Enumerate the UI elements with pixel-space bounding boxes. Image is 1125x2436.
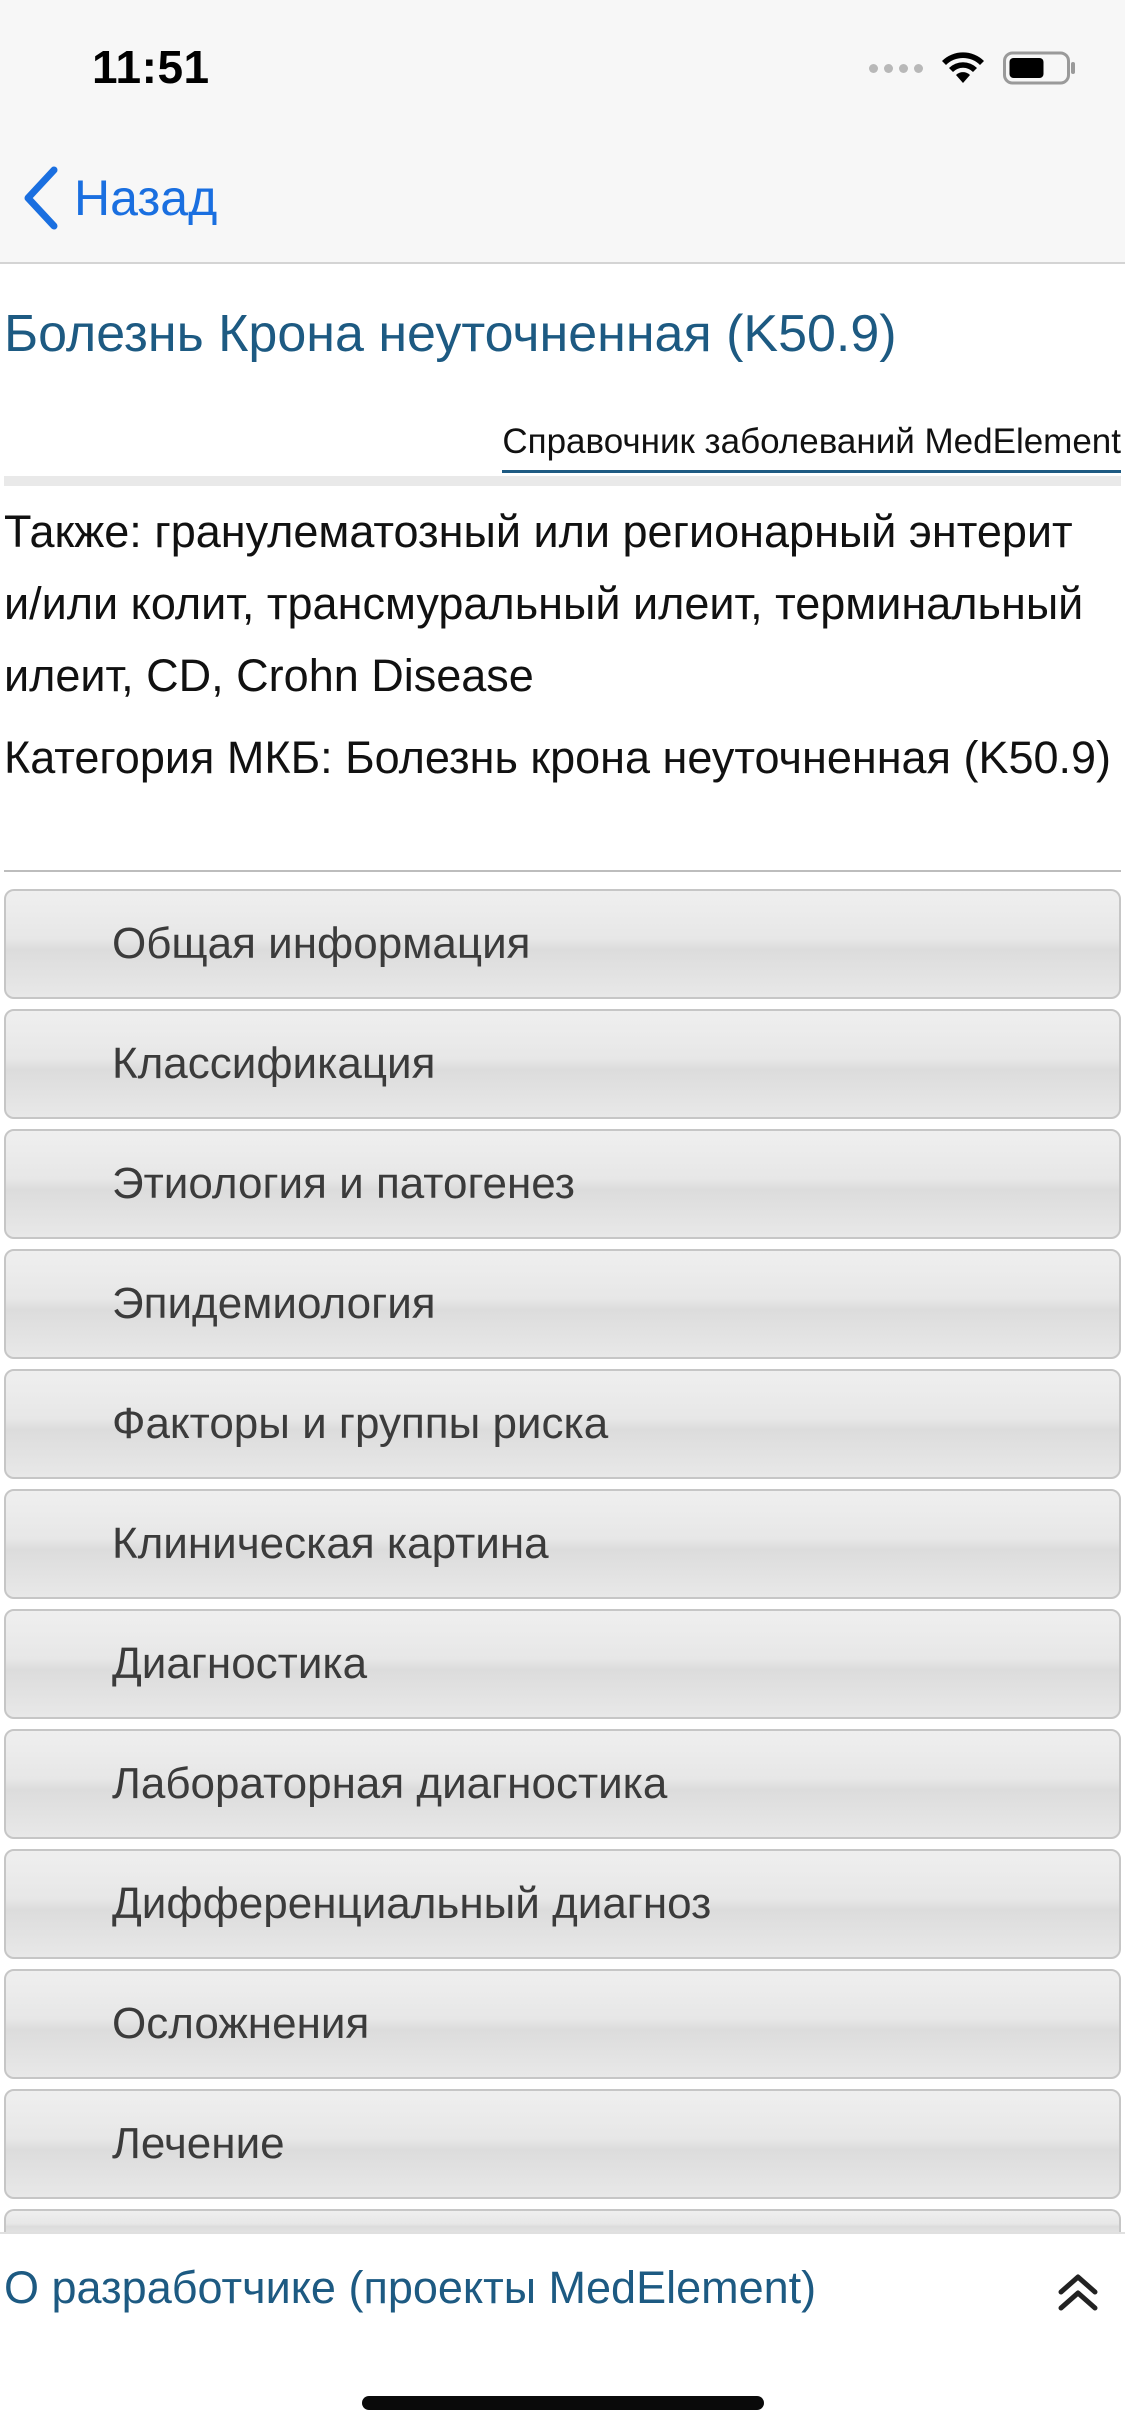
chevron-left-icon: [24, 166, 58, 230]
section-item-treatment[interactable]: Лечение: [4, 2089, 1121, 2199]
section-item-classification[interactable]: Классификация: [4, 1009, 1121, 1119]
section-item-label: Факторы и группы риска: [112, 1399, 609, 1448]
status-time: 11:51: [92, 41, 210, 93]
section-item-etiology[interactable]: Этиология и патогенез: [4, 1129, 1121, 1239]
back-button[interactable]: Назад: [22, 160, 217, 236]
navigation-bar: Назад: [0, 132, 1125, 264]
header-divider: [4, 476, 1121, 486]
section-item-general-info[interactable]: Общая информация: [4, 889, 1121, 999]
section-item-risk-factors[interactable]: Факторы и группы риска: [4, 1369, 1121, 1479]
cellular-signal-icon: [869, 63, 923, 73]
section-item-label: Этиология и патогенез: [112, 1159, 575, 1208]
section-item-complications[interactable]: Осложнения: [4, 1969, 1121, 2079]
section-item-label: Общая информация: [112, 919, 531, 968]
section-item-clinical-picture[interactable]: Клиническая картина: [4, 1489, 1121, 1599]
source-wrap: Справочник заболеваний MedElement: [502, 422, 1121, 473]
back-button-label: Назад: [74, 170, 218, 226]
home-indicator[interactable]: [362, 2396, 764, 2410]
section-item-label: Дифференциальный диагноз: [112, 1879, 712, 1928]
section-item-lab-diagnostics[interactable]: Лабораторная диагностика: [4, 1729, 1121, 1839]
section-item-label: Классификация: [112, 1039, 436, 1088]
wifi-icon: [942, 52, 984, 83]
section-item-epidemiology[interactable]: Эпидемиология: [4, 1249, 1121, 1359]
developer-link[interactable]: О разработчике (проекты MedElement): [4, 2262, 816, 2314]
section-item-label: Диагностика: [112, 1639, 368, 1688]
source-link[interactable]: Справочник заболеваний MedElement: [502, 422, 1121, 473]
status-icons: [869, 48, 1077, 88]
battery-icon: [1003, 51, 1075, 85]
page-title: Болезнь Крона неуточненная (K50.9): [4, 305, 897, 363]
mkb-category-text: Категория МКБ: Болезнь крона неуточненна…: [4, 732, 1112, 783]
status-bar: 11:51: [0, 0, 1125, 132]
section-item-label: Эпидемиология: [112, 1279, 436, 1328]
double-chevron-up-icon[interactable]: [1053, 2268, 1103, 2318]
section-menu: Общая информация Классификация Этиология…: [4, 889, 1121, 2249]
section-divider: [4, 870, 1121, 872]
section-item-label: Лечение: [112, 2119, 285, 2168]
section-item-label: Осложнения: [112, 1999, 370, 2048]
section-item-label: Клиническая картина: [112, 1519, 549, 1568]
section-item-label: Лабораторная диагностика: [112, 1759, 668, 1808]
synonyms-text: Также: гранулематозный или регионарный э…: [4, 506, 1084, 701]
section-item-diagnostics[interactable]: Диагностика: [4, 1609, 1121, 1719]
section-item-differential-diagnosis[interactable]: Дифференциальный диагноз: [4, 1849, 1121, 1959]
